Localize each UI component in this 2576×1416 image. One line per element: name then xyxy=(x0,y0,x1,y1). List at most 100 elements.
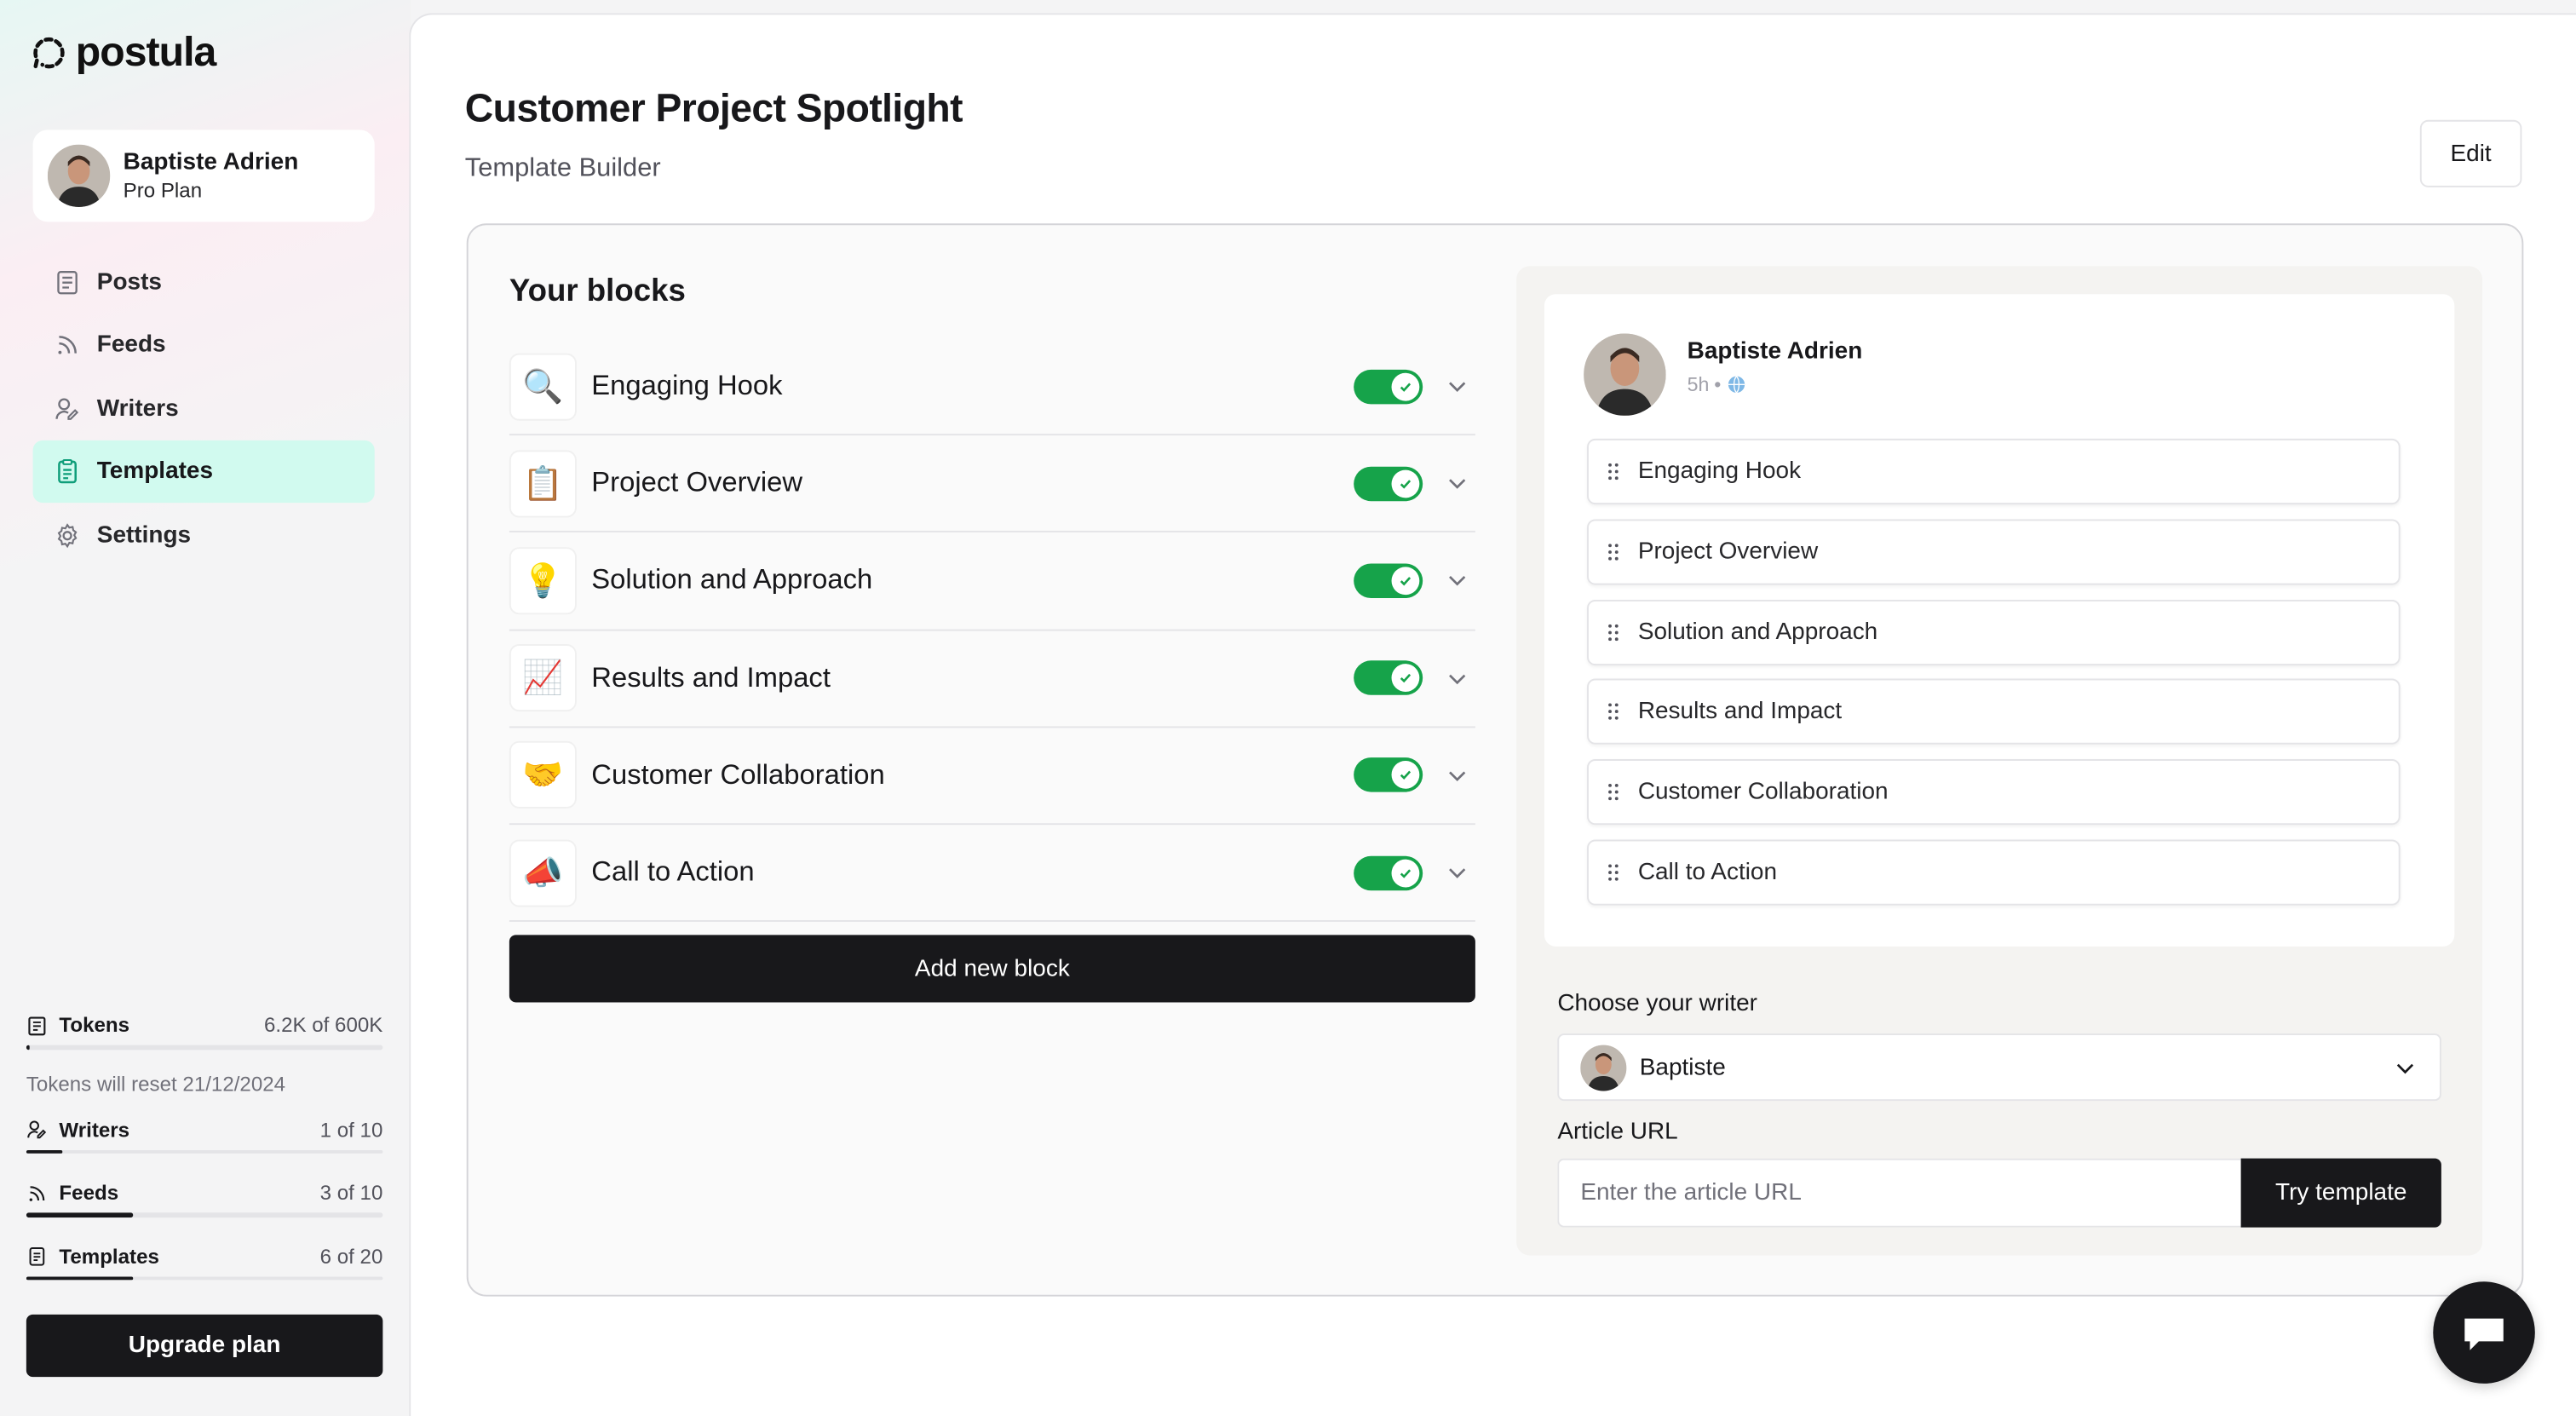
usage-templates: Templates 6 of 20 xyxy=(26,1244,383,1268)
preview-block-label: Project Overview xyxy=(1637,538,1819,566)
sidebar-item-templates[interactable]: Templates xyxy=(32,440,375,504)
preview-block[interactable]: Results and Impact xyxy=(1587,679,2401,745)
preview-block-label: Solution and Approach xyxy=(1637,619,1878,646)
avatar xyxy=(1584,333,1666,416)
chevron-down-icon[interactable] xyxy=(1446,472,1469,495)
tokens-icon xyxy=(28,1016,46,1035)
block-row[interactable]: 🤝 Customer Collaboration xyxy=(509,728,1475,826)
drag-handle-icon[interactable] xyxy=(1605,862,1621,882)
block-toggle[interactable] xyxy=(1354,369,1423,404)
writer-selected: Baptiste xyxy=(1639,1054,1726,1081)
block-toggle[interactable] xyxy=(1354,660,1423,696)
handshake-icon: 🤝 xyxy=(509,741,577,809)
app-name: postula xyxy=(75,29,217,76)
block-toggle[interactable] xyxy=(1354,466,1423,501)
avatar xyxy=(1580,1044,1627,1091)
block-label: Call to Action xyxy=(591,855,755,888)
post-preview: Baptiste Adrien 5h • Engaging Hook Proje… xyxy=(1544,294,2455,947)
drag-handle-icon[interactable] xyxy=(1605,462,1621,481)
sidebar-item-label: Writers xyxy=(96,395,179,423)
usage-label: Templates xyxy=(59,1244,159,1268)
add-block-button[interactable]: Add new block xyxy=(509,935,1475,1003)
user-name: Baptiste Adrien xyxy=(123,149,299,176)
try-template-button[interactable]: Try template xyxy=(2240,1158,2441,1228)
article-url-label: Article URL xyxy=(1557,1119,1678,1146)
preview-block-label: Call to Action xyxy=(1637,859,1778,886)
usage-value: 1 of 10 xyxy=(319,1118,383,1142)
tokens-reset-note: Tokens will reset 21/12/2024 xyxy=(26,1072,286,1096)
block-row[interactable]: 💡 Solution and Approach xyxy=(509,533,1475,630)
block-label: Solution and Approach xyxy=(591,564,873,596)
usage-value: 6 of 20 xyxy=(319,1244,383,1268)
writer-select[interactable]: Baptiste xyxy=(1557,1033,2441,1102)
upgrade-plan-button[interactable]: Upgrade plan xyxy=(26,1314,383,1378)
chevron-down-icon[interactable] xyxy=(1446,569,1469,592)
rss-icon xyxy=(55,332,81,359)
sidebar: postula Baptiste Adrien Pro Plan Posts F… xyxy=(0,0,411,1416)
preview-block-list: Engaging Hook Project Overview Solution … xyxy=(1587,438,2401,920)
preview-block[interactable]: Engaging Hook xyxy=(1587,438,2401,505)
logo-icon xyxy=(33,36,65,68)
block-row[interactable]: 📈 Results and Impact xyxy=(509,630,1475,728)
chevron-down-icon[interactable] xyxy=(1446,763,1469,786)
sidebar-item-label: Feeds xyxy=(96,332,166,360)
sidebar-item-label: Settings xyxy=(96,521,192,549)
globe-icon xyxy=(1728,376,1745,394)
templates-icon xyxy=(55,458,81,485)
lightbulb-icon: 💡 xyxy=(509,547,577,615)
sidebar-item-settings[interactable]: Settings xyxy=(33,504,375,566)
edit-button[interactable]: Edit xyxy=(2419,119,2522,187)
sidebar-item-posts[interactable]: Posts xyxy=(33,251,375,314)
drag-handle-icon[interactable] xyxy=(1605,622,1621,642)
preview-block[interactable]: Project Overview xyxy=(1587,519,2401,585)
chat-support-button[interactable] xyxy=(2433,1281,2535,1384)
post-meta-separator: • xyxy=(1714,372,1722,396)
sidebar-item-feeds[interactable]: Feeds xyxy=(33,314,375,377)
usage-value: 3 of 10 xyxy=(319,1181,383,1205)
sidebar-item-label: Posts xyxy=(96,269,162,296)
usage-tokens: Tokens 6.2K of 600K xyxy=(26,1013,383,1037)
chart-increasing-icon: 📈 xyxy=(509,644,577,712)
chevron-down-icon[interactable] xyxy=(1446,375,1469,398)
usage-value: 6.2K of 600K xyxy=(263,1013,383,1037)
chevron-down-icon[interactable] xyxy=(1446,666,1469,689)
block-row[interactable]: 🔍 Engaging Hook xyxy=(509,338,1475,436)
article-url-input[interactable] xyxy=(1557,1158,2245,1228)
preview-panel: Baptiste Adrien 5h • Engaging Hook Proje… xyxy=(1516,266,2483,1256)
magnifier-icon: 🔍 xyxy=(509,352,577,420)
block-toggle[interactable] xyxy=(1354,855,1423,890)
drag-handle-icon[interactable] xyxy=(1605,542,1621,561)
app-logo[interactable]: postula xyxy=(30,30,216,78)
feeds-progress-bar xyxy=(26,1212,383,1217)
chevron-down-icon[interactable] xyxy=(1446,861,1469,884)
drag-handle-icon[interactable] xyxy=(1605,782,1621,802)
block-toggle[interactable] xyxy=(1354,563,1423,598)
tokens-progress-bar xyxy=(26,1045,383,1050)
megaphone-icon: 📣 xyxy=(509,838,577,907)
user-card[interactable]: Baptiste Adrien Pro Plan xyxy=(32,130,375,222)
templates-icon xyxy=(29,1246,45,1266)
block-label: Results and Impact xyxy=(591,661,831,694)
preview-block[interactable]: Call to Action xyxy=(1587,839,2401,906)
preview-block[interactable]: Solution and Approach xyxy=(1587,599,2401,665)
usage-label: Feeds xyxy=(59,1181,119,1205)
check-icon xyxy=(1400,577,1412,586)
block-toggle[interactable] xyxy=(1354,757,1423,793)
block-row[interactable]: 📋 Project Overview xyxy=(509,435,1475,533)
drag-handle-icon[interactable] xyxy=(1605,702,1621,722)
preview-block[interactable]: Customer Collaboration xyxy=(1587,759,2401,826)
check-icon xyxy=(1400,382,1412,392)
check-icon xyxy=(1400,868,1412,878)
block-list: 🔍 Engaging Hook 📋 Project Overview 💡 Sol… xyxy=(509,338,1475,923)
clipboard-icon: 📋 xyxy=(509,450,577,518)
chevron-down-icon xyxy=(2394,1056,2417,1079)
block-label: Engaging Hook xyxy=(591,370,783,401)
usage-label: Writers xyxy=(59,1118,130,1142)
page-title: Customer Project Spotlight xyxy=(464,87,963,132)
sidebar-item-writers[interactable]: Writers xyxy=(33,377,375,440)
usage-feeds: Feeds 3 of 10 xyxy=(26,1181,383,1205)
gear-icon xyxy=(55,521,81,548)
check-icon xyxy=(1400,674,1412,683)
block-row[interactable]: 📣 Call to Action xyxy=(509,825,1475,923)
preview-block-label: Engaging Hook xyxy=(1637,458,1802,485)
